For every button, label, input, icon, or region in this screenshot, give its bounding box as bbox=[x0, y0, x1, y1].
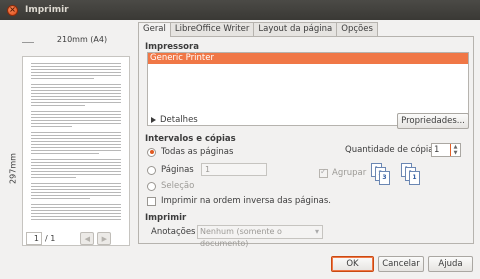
ok-label: OK bbox=[346, 259, 359, 269]
tab-opcoes[interactable]: Opções bbox=[336, 22, 378, 36]
next-page-button[interactable]: ▶ bbox=[97, 232, 112, 245]
uncollated-pages-icon: 1 1 1 bbox=[401, 163, 423, 185]
close-icon[interactable]: × bbox=[7, 4, 18, 16]
all-pages-option[interactable]: Todas as páginas bbox=[147, 147, 233, 157]
tab-bar: Geral LibreOffice Writer Layout da págin… bbox=[138, 22, 378, 37]
reverse-order-checkbox[interactable] bbox=[147, 196, 156, 206]
selection-label: Seleção bbox=[161, 181, 195, 191]
reverse-order-label: Imprimir na ordem inversa das páginas. bbox=[161, 196, 331, 206]
general-tab-panel: Impressora Generic Printer Detalhes Prop… bbox=[138, 36, 474, 248]
pages-option[interactable]: Páginas bbox=[147, 165, 194, 175]
pages-radio[interactable] bbox=[147, 165, 156, 175]
expander-arrow-icon bbox=[151, 117, 156, 123]
selection-radio[interactable] bbox=[147, 181, 156, 191]
details-expander[interactable]: Detalhes bbox=[151, 115, 198, 125]
current-page-field[interactable]: 1 bbox=[26, 232, 42, 245]
copies-stepper[interactable]: 1 ▲ ▼ bbox=[431, 143, 461, 157]
preview-pane: 210mm (A4) 297mm bbox=[4, 24, 132, 246]
all-pages-radio[interactable] bbox=[147, 147, 156, 157]
pages-label: Páginas bbox=[161, 165, 194, 175]
copies-value[interactable]: 1 bbox=[432, 144, 451, 156]
annotations-label: Anotações bbox=[151, 227, 196, 237]
window-title: Imprimir bbox=[25, 5, 69, 15]
cancel-button[interactable]: Cancelar bbox=[378, 256, 424, 272]
tab-libreoffice-writer[interactable]: LibreOffice Writer bbox=[169, 22, 255, 36]
collated-pages-icon: 1 2 3 bbox=[371, 163, 393, 185]
page-height-label: 297mm bbox=[8, 153, 18, 184]
copies-label: Quantidade de cópias bbox=[345, 145, 438, 155]
page-width-label: 210mm (A4) bbox=[34, 35, 130, 44]
page-navigation: 1 / 1 ◀ ▶ bbox=[26, 232, 112, 245]
pages-input[interactable]: 1 bbox=[201, 163, 267, 176]
printer-item-generic[interactable]: Generic Printer bbox=[148, 53, 468, 64]
printer-section-title: Impressora bbox=[145, 42, 199, 52]
collate-label: Agrupar bbox=[332, 168, 367, 178]
spin-down-icon[interactable]: ▼ bbox=[451, 150, 460, 156]
collate-checkbox[interactable] bbox=[319, 167, 328, 178]
collate-option[interactable]: Agrupar bbox=[319, 167, 367, 178]
title-bar: × Imprimir bbox=[0, 0, 480, 20]
details-label: Detalhes bbox=[160, 115, 198, 125]
previous-page-button[interactable]: ◀ bbox=[80, 232, 95, 245]
selection-option[interactable]: Seleção bbox=[147, 181, 194, 191]
chevron-right-icon: ▶ bbox=[101, 234, 108, 243]
ranges-section-title: Intervalos e cópias bbox=[145, 134, 236, 144]
tab-geral[interactable]: Geral bbox=[138, 22, 171, 37]
all-pages-label: Todas as páginas bbox=[161, 147, 234, 157]
ok-button[interactable]: OK bbox=[331, 256, 374, 272]
tab-layout[interactable]: Layout da página bbox=[253, 22, 338, 36]
chevron-left-icon: ◀ bbox=[84, 234, 91, 243]
spin-buttons[interactable]: ▲ ▼ bbox=[451, 144, 460, 156]
help-button[interactable]: Ajuda bbox=[428, 256, 473, 272]
print-section-title: Imprimir bbox=[145, 213, 187, 223]
properties-button[interactable]: Propriedades... bbox=[397, 113, 469, 129]
annotations-select[interactable]: Nenhum (somente o documento) bbox=[197, 225, 323, 248]
page-total: / 1 bbox=[45, 234, 56, 243]
page-preview bbox=[22, 56, 130, 246]
reverse-order-option[interactable]: Imprimir na ordem inversa das páginas. bbox=[147, 196, 331, 206]
